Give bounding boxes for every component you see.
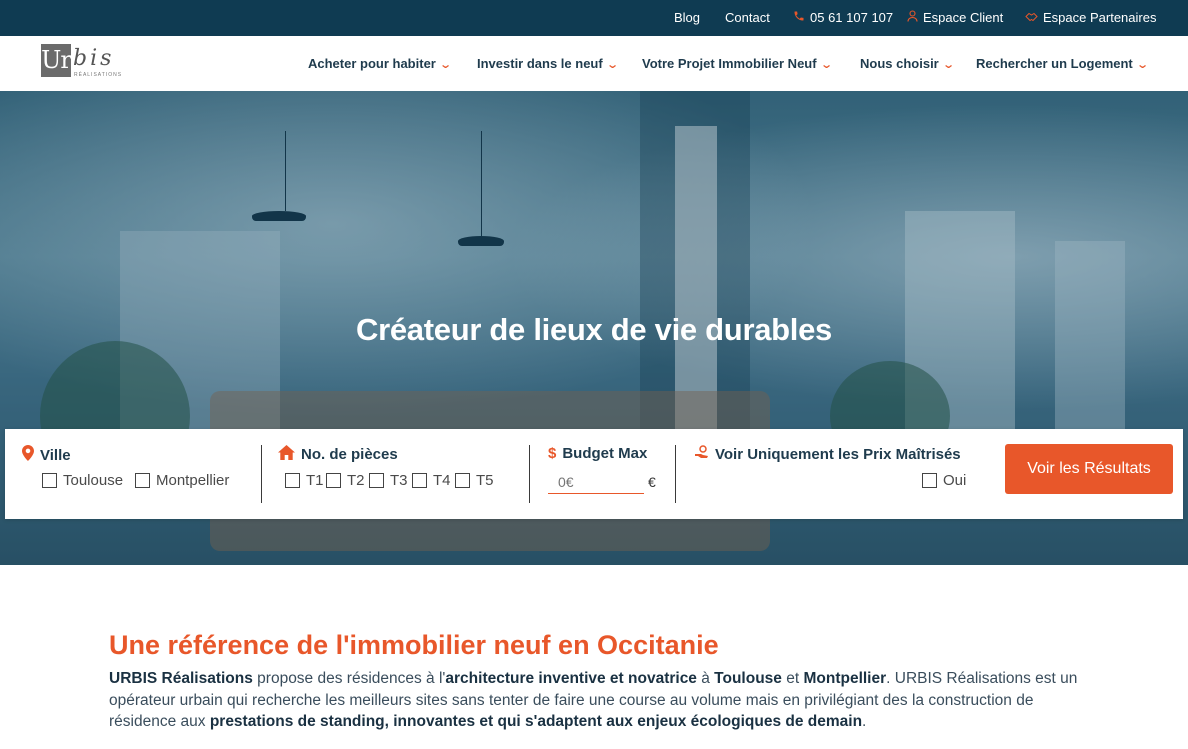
intro-text-segment: propose des résidences à l'	[252, 670, 446, 687]
rooms-checkbox-t1[interactable]	[285, 473, 300, 488]
prix-maitrises-option-oui[interactable]: Oui	[922, 472, 966, 489]
budget-filter-label: $ Budget Max	[548, 445, 647, 462]
nav-projet-label: Votre Projet Immobilier Neuf	[642, 56, 817, 71]
city-checkbox-toulouse[interactable]	[42, 473, 57, 488]
rooms-option-t2[interactable]: T2	[326, 472, 365, 489]
contact-link-label: Contact	[725, 10, 770, 25]
budget-filter-text: Budget Max	[562, 445, 648, 462]
filter-divider	[261, 445, 262, 503]
phone-icon	[793, 2, 805, 34]
chevron-down-icon: ⌄	[605, 59, 619, 71]
rooms-option-t1-label: T1	[306, 472, 324, 489]
intro-text-segment: .	[862, 713, 867, 730]
contact-link[interactable]: Contact	[725, 0, 770, 36]
nav-rechercher-label: Rechercher un Logement	[976, 56, 1133, 71]
chevron-down-icon: ⌄	[941, 59, 955, 71]
nav-investir[interactable]: Investir dans le neuf ⌄	[477, 36, 619, 91]
rooms-option-t3-label: T3	[390, 472, 408, 489]
logo-mark: Ur	[41, 44, 72, 77]
nav-rechercher[interactable]: Rechercher un Logement ⌄	[976, 36, 1149, 91]
voir-resultats-button[interactable]: Voir les Résultats	[1005, 444, 1173, 494]
property-search-panel: Ville Toulouse Montpellier No. de pièces…	[5, 429, 1183, 519]
rooms-option-t1[interactable]: T1	[285, 472, 324, 489]
prix-maitrises-label: Voir Uniquement les Prix Maîtrisés	[694, 445, 961, 464]
nav-investir-label: Investir dans le neuf	[477, 56, 603, 71]
rooms-checkbox-t5[interactable]	[455, 473, 470, 488]
budget-max-input[interactable]	[548, 471, 644, 494]
intro-highlight-prestations: prestations de standing, innovantes et q…	[209, 713, 863, 730]
blog-link-label: Blog	[674, 10, 701, 25]
rooms-checkbox-t4[interactable]	[412, 473, 427, 488]
rooms-option-t5-label: T5	[476, 472, 494, 489]
nav-projet[interactable]: Votre Projet Immobilier Neuf ⌄	[642, 36, 833, 91]
chevron-down-icon: ⌄	[439, 59, 452, 71]
filter-divider	[675, 445, 676, 503]
hand-money-icon	[694, 445, 709, 464]
city-option-montpellier-label: Montpellier	[156, 472, 230, 489]
city-option-montpellier[interactable]: Montpellier	[135, 472, 229, 489]
city-checkbox-montpellier[interactable]	[135, 473, 150, 488]
hero-title: Créateur de lieux de vie durables	[356, 312, 832, 347]
intro-highlight-montpellier: Montpellier	[803, 670, 887, 687]
nav-acheter-label: Acheter pour habiter	[308, 56, 436, 71]
rooms-checkbox-t2[interactable]	[326, 473, 341, 488]
blog-link[interactable]: Blog	[674, 0, 700, 36]
intro-highlight-architecture: architecture inventive et novatrice	[445, 670, 697, 687]
urbis-logo[interactable]: Ur bis RÉALISATIONS	[41, 44, 121, 80]
prix-maitrises-text: Voir Uniquement les Prix Maîtrisés	[715, 446, 961, 463]
budget-unit: €	[648, 474, 656, 490]
rooms-option-t4[interactable]: T4	[412, 472, 451, 489]
espace-partenaires-label: Espace Partenaires	[1043, 10, 1157, 25]
logo-wordmark: bis	[73, 46, 115, 71]
rooms-filter-label: No. de pièces	[278, 445, 398, 464]
phone-number: 05 61 107 107	[810, 10, 894, 25]
main-navigation: Ur bis RÉALISATIONS Acheter pour habiter…	[0, 36, 1188, 91]
intro-highlight-toulouse: Toulouse	[714, 670, 782, 687]
city-filter-text: Ville	[40, 446, 71, 464]
intro-title: Une référence de l'immobilier neuf en Oc…	[109, 630, 719, 660]
rooms-filter-text: No. de pièces	[301, 446, 398, 463]
chevron-down-icon: ⌄	[819, 59, 833, 71]
top-utility-bar: Blog Contact 05 61 107 107 Espace Client…	[0, 0, 1188, 36]
rooms-option-t4-label: T4	[433, 472, 451, 489]
city-option-toulouse-label: Toulouse	[63, 472, 124, 489]
dollar-icon: $	[548, 445, 557, 462]
espace-client-label: Espace Client	[923, 10, 1004, 25]
chevron-down-icon: ⌄	[1135, 59, 1149, 71]
home-icon	[278, 445, 295, 464]
rooms-checkbox-t3[interactable]	[369, 473, 384, 488]
intro-paragraph: URBIS Réalisations propose des résidence…	[109, 668, 1089, 733]
intro-brand: URBIS Réalisations	[109, 670, 253, 687]
logo-subtitle: RÉALISATIONS	[74, 72, 123, 78]
prix-maitrises-option-label: Oui	[943, 472, 967, 489]
phone-link[interactable]: 05 61 107 107	[793, 0, 893, 36]
nav-choisir[interactable]: Nous choisir ⌄	[860, 36, 955, 91]
intro-text-segment: et	[781, 670, 804, 687]
rooms-option-t2-label: T2	[347, 472, 365, 489]
handshake-icon	[1025, 2, 1038, 34]
intro-text-segment: à	[696, 670, 715, 687]
espace-client-link[interactable]: Espace Client	[907, 0, 1003, 36]
user-icon	[907, 2, 918, 34]
city-filter-label: Ville	[22, 445, 71, 465]
espace-partenaires-link[interactable]: Espace Partenaires	[1025, 0, 1156, 36]
nav-choisir-label: Nous choisir	[860, 56, 939, 71]
map-pin-icon	[22, 445, 34, 465]
city-option-toulouse[interactable]: Toulouse	[42, 472, 123, 489]
rooms-option-t5[interactable]: T5	[455, 472, 494, 489]
nav-acheter[interactable]: Acheter pour habiter ⌄	[308, 36, 452, 91]
rooms-option-t3[interactable]: T3	[369, 472, 408, 489]
prix-maitrises-checkbox[interactable]	[922, 473, 937, 488]
filter-divider	[529, 445, 530, 503]
